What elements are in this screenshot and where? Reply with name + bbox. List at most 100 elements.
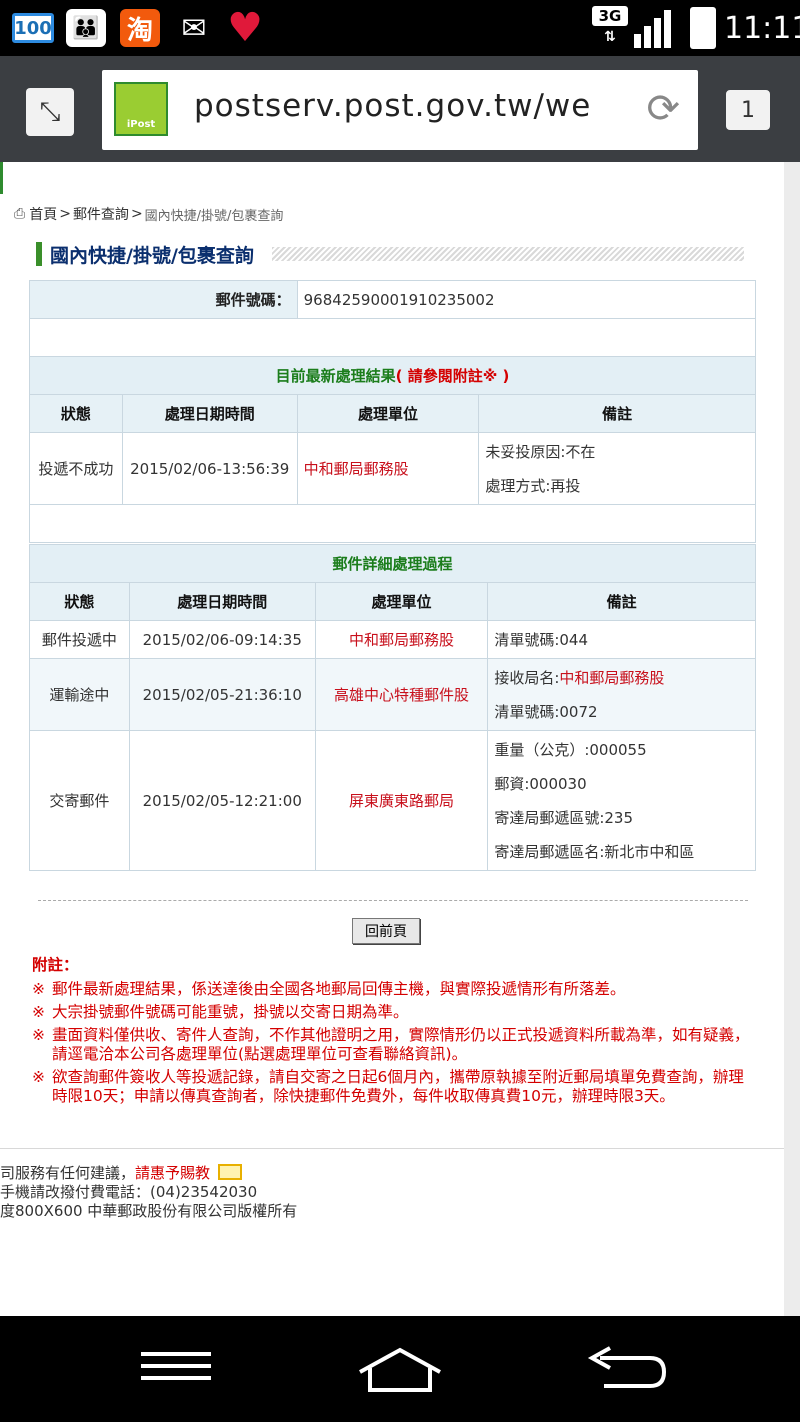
header-datetime: 處理日期時間 [121, 394, 298, 433]
latest-result-table: 郵件號碼： 96842590001910235002 目前最新處理結果( 請參閱… [29, 280, 757, 543]
header-status: 狀態 [29, 582, 130, 621]
page-edge-accent [0, 162, 3, 194]
browser-toolbar: ⤡ iPost postserv.post.gov.tw/we ⟳ 1 [0, 56, 800, 162]
memo-line: 清單號碼:0072 [494, 702, 598, 721]
address-bar[interactable]: iPost postserv.post.gov.tw/we ⟳ [102, 70, 698, 150]
printer-icon: ⎙ [14, 206, 26, 222]
details-title: 郵件詳細處理過程 [29, 544, 756, 583]
heart-icon: ♥ [227, 5, 263, 51]
note-item: ※ 欲查詢郵件簽收人等投遞記錄，請自交寄之日起6個月內，攜帶原執據至附近郵局填單免… [32, 1068, 758, 1106]
note-item: ※ 大宗掛號郵件號碼可能重號，掛號以交寄日期為準。 [32, 1003, 758, 1022]
unit-link[interactable]: 高雄中心特種郵件股 [314, 658, 489, 731]
note-text: 欲查詢郵件簽收人等投遞記錄，請自交寄之日起6個月內，攜帶原執據至附近郵局填單免費… [52, 1068, 744, 1105]
memo-line: 清單號碼:044 [494, 630, 589, 649]
battery-icon [690, 7, 716, 49]
memo-line: 重量（公克）:000055 [494, 740, 647, 759]
favicon-label: iPost [126, 119, 156, 130]
exit-fullscreen-icon[interactable]: ⤡ [26, 88, 74, 136]
clock: 11:11 [724, 10, 800, 46]
network-3g-icon: 3G ⇅ [592, 6, 628, 48]
breadcrumb-separator: > [59, 206, 71, 222]
status-cell: 運輸途中 [29, 658, 130, 731]
table-row: 投遞不成功 2015/02/06-13:56:39 中和郵局郵務股 未妥投原因:… [29, 432, 756, 505]
header-memo: 備註 [487, 582, 756, 621]
memo-cell: 未妥投原因:不在 處理方式:再投 [478, 432, 756, 505]
note-text: 畫面資料僅供收、寄件人查詢，不作其他證明之用，實際情形仍以正式投遞資料所載為準，… [52, 1026, 750, 1063]
title-marker [36, 242, 42, 266]
footer-divider [0, 1148, 784, 1149]
page-title: 國內快捷/掛號/包裹查詢 [50, 244, 254, 267]
details-header-row: 狀態 處理日期時間 處理單位 備註 [29, 582, 756, 621]
header-unit: 處理單位 [314, 582, 489, 621]
status-cell: 交寄郵件 [29, 730, 130, 871]
memo-cell: 清單號碼:044 [487, 620, 756, 659]
latest-result-title-text: 目前最新處理結果 [275, 367, 396, 385]
contacts-add-icon: 👪 [66, 9, 106, 47]
memo-line: 接收局名:中和郵局郵務股 [494, 661, 749, 695]
url-text[interactable]: postserv.post.gov.tw/we [194, 88, 634, 124]
signal-icon [634, 8, 678, 48]
breadcrumb-home[interactable]: 首頁 [29, 204, 57, 224]
unit-link[interactable]: 中和郵局郵務股 [314, 620, 489, 659]
spacer-row [29, 318, 756, 357]
site-favicon-icon: iPost [114, 82, 168, 136]
note-item: ※ 郵件最新處理結果，係送達後由全國各地郵局回傳主機，與實際投遞情形有所落差。 [32, 980, 758, 999]
note-mark: ※ [32, 980, 45, 998]
note-mark: ※ [32, 1003, 45, 1021]
mail-icon: ✉ [181, 10, 207, 46]
back-button[interactable]: 回前頁 [352, 918, 420, 944]
memo-line: 寄達局郵遞區名:新北市中和區 [494, 842, 695, 861]
datetime-cell: 2015/02/06-09:14:35 [128, 620, 316, 659]
tracking-number-label: 郵件號碼： [29, 280, 298, 319]
network-label: 3G [592, 6, 628, 26]
breadcrumb-mail-query[interactable]: 郵件查詢 [73, 204, 129, 224]
memo-line: 寄達局郵遞區號:235 [494, 808, 634, 827]
note-text: 大宗掛號郵件號碼可能重號，掛號以交寄日期為準。 [52, 1003, 409, 1021]
home-icon[interactable] [356, 1346, 444, 1394]
datetime-cell: 2015/02/06-13:56:39 [121, 432, 298, 505]
web-page: ⎙ 首頁 > 郵件查詢 > 國內快捷/掛號/包裹查詢 國內快捷/掛號/包裹查詢 … [0, 162, 784, 1316]
datetime-cell: 2015/02/05-21:36:10 [128, 658, 316, 731]
latest-result-note: ( 請參閱附註※ ) [395, 367, 510, 385]
details-table: 郵件詳細處理過程 狀態 處理日期時間 處理單位 備註 郵件投遞中 2015/02… [29, 544, 756, 871]
latest-header-row: 狀態 處理日期時間 處理單位 備註 [29, 394, 756, 433]
tracking-row: 郵件號碼： 96842590001910235002 [29, 280, 757, 319]
footer-copyright: 度800X600 中華郵政股份有限公司版權所有 [0, 1202, 298, 1220]
note-text: 郵件最新處理結果，係送達後由全國各地郵局回傳主機，與實際投遞情形有所落差。 [52, 980, 626, 998]
note-item: ※ 畫面資料僅供收、寄件人查詢，不作其他證明之用，實際情形仍以正式投遞資料所載為準… [32, 1026, 758, 1064]
table-row: 交寄郵件 2015/02/05-12:21:00 屏東廣東路郵局 重量（公克）:… [29, 730, 756, 871]
unit-link[interactable]: 中和郵局郵務股 [296, 432, 480, 505]
memo-line: 處理方式:再投 [485, 476, 581, 495]
feedback-link[interactable]: 請惠予賜教 [135, 1164, 210, 1182]
envelope-icon[interactable] [218, 1164, 243, 1180]
footer-phone: 手機請改撥付費電話：(04)23542030 [0, 1183, 258, 1201]
refresh-icon[interactable]: ⟳ [646, 86, 680, 132]
receiving-office-link[interactable]: 中和郵局郵務股 [559, 669, 664, 687]
back-icon[interactable] [584, 1346, 668, 1394]
header-status: 狀態 [29, 394, 123, 433]
breadcrumb: ⎙ 首頁 > 郵件查詢 > 國內快捷/掛號/包裹查詢 [14, 204, 283, 224]
divider [38, 900, 748, 901]
battery-100-icon: 100 [12, 13, 54, 43]
footer: 司服務有任何建議，請惠予賜教 手機請改撥付費電話：(04)23542030 度8… [0, 1164, 297, 1221]
taobao-icon: 淘 [120, 9, 160, 47]
page-scroll-gutter [784, 162, 800, 1316]
memo-cell: 接收局名:中和郵局郵務股 清單號碼:0072 [487, 658, 756, 731]
breadcrumb-current: 國內快捷/掛號/包裹查詢 [144, 208, 284, 224]
note-mark: ※ [32, 1026, 45, 1044]
footer-line-1: 司服務有任何建議，請惠予賜教 [0, 1164, 297, 1183]
menu-icon[interactable] [140, 1346, 212, 1386]
notes-title: 附註： [32, 956, 79, 974]
header-unit: 處理單位 [296, 394, 480, 433]
memo-cell: 重量（公克）:000055 郵資:000030 寄達局郵遞區號:235 寄達局郵… [487, 730, 756, 871]
status-cell: 郵件投遞中 [29, 620, 130, 659]
latest-result-title: 目前最新處理結果( 請參閱附註※ ) [29, 356, 756, 395]
breadcrumb-separator: > [130, 206, 143, 222]
tab-switcher-button[interactable]: 1 [726, 90, 770, 130]
header-memo: 備註 [478, 394, 756, 433]
header-datetime: 處理日期時間 [128, 582, 316, 621]
unit-link[interactable]: 屏東廣東路郵局 [314, 730, 489, 871]
notes-section: 附註： ※ 郵件最新處理結果，係送達後由全國各地郵局回傳主機，與實際投遞情形有所落… [32, 956, 758, 1110]
tracking-number-value: 96842590001910235002 [296, 280, 757, 319]
latest-result-title-row: 目前最新處理結果( 請參閱附註※ ) [29, 356, 756, 395]
